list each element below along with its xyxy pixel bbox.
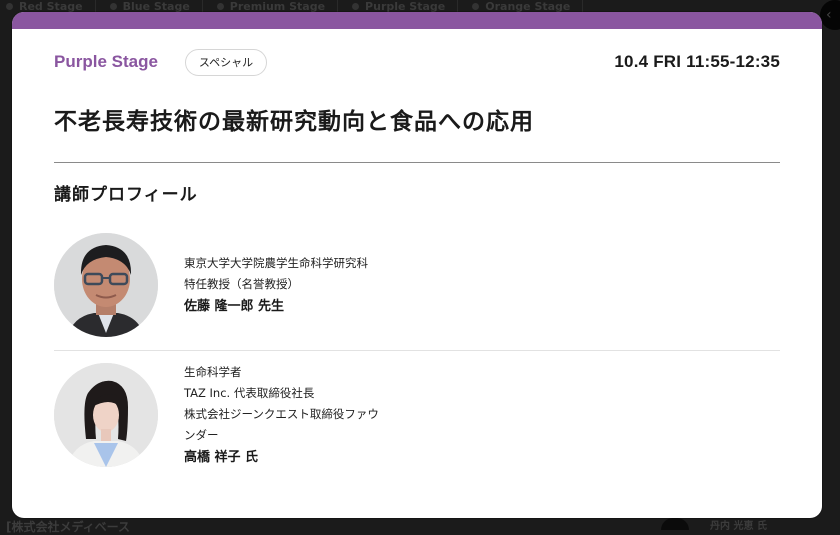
session-title: 不老長寿技術の最新研究動向と食品への応用 (54, 109, 534, 135)
speaker-photo (54, 363, 158, 467)
stage-dot-icon (6, 3, 13, 10)
speaker-info: 生命科学者 TAZ Inc. 代表取締役社長 株式会社ジーンクエスト取締役ファウ… (184, 362, 379, 469)
bg-tab-orange-stage: Orange Stage (466, 0, 584, 12)
speaker-photo-female-icon (54, 363, 158, 467)
title-divider (54, 162, 780, 163)
stage-dot-icon (472, 3, 480, 10)
stage-color-band (12, 12, 822, 29)
speaker-affiliation: ンダー (184, 427, 219, 442)
bg-tab-purple-stage: Purple Stage (346, 0, 459, 12)
stage-dot-icon (216, 3, 224, 10)
chevron-left-icon: ‹ (820, 0, 840, 30)
speaker-affiliation: 東京大学大学院農学生命科学研究科 (184, 255, 368, 270)
speaker-info: 東京大学大学院農学生命科学研究科 特任教授（名誉教授） 佐藤 隆一郎 先生 (184, 253, 368, 318)
bg-tab-blue-stage: Blue Stage (104, 0, 203, 12)
background-company-text: [株式会社メディベース (6, 520, 131, 534)
speaker-item: 生命科学者 TAZ Inc. 代表取締役社長 株式会社ジーンクエスト取締役ファウ… (54, 362, 780, 468)
stage-dot-icon (352, 3, 360, 10)
speaker-affiliation: 特任教授（名誉教授） (184, 276, 299, 291)
stage-dot-icon (109, 3, 117, 10)
speaker-name: 高橋 祥子 氏 (184, 449, 259, 465)
background-stage-tabs: Red Stage Blue Stage Premium Stage Purpl… (0, 0, 840, 12)
speaker-divider (54, 350, 780, 351)
session-datetime: 10.4 FRI 11:55-12:35 (614, 52, 780, 71)
speaker-profile-heading: 講師プロフィール (54, 185, 198, 205)
session-header: Purple Stage スペシャル 10.4 FRI 11:55-12:35 (54, 45, 780, 79)
bg-tab-red-stage: Red Stage (0, 0, 96, 12)
speaker-affiliation: 生命科学者 (184, 364, 242, 379)
stage-name: Purple Stage (54, 52, 158, 71)
session-detail-modal: Purple Stage スペシャル 10.4 FRI 11:55-12:35 … (12, 12, 822, 518)
speaker-photo (54, 233, 158, 337)
speaker-affiliation: TAZ Inc. 代表取締役社長 (184, 385, 315, 400)
speaker-photo-male-icon (54, 233, 158, 337)
bg-tab-premium-stage: Premium Stage (211, 0, 339, 12)
speaker-item: 東京大学大学院農学生命科学研究科 特任教授（名誉教授） 佐藤 隆一郎 先生 (54, 232, 780, 338)
session-tag-badge: スペシャル (184, 48, 268, 76)
background-avatar (661, 518, 689, 530)
modal-body: Purple Stage スペシャル 10.4 FRI 11:55-12:35 … (12, 45, 822, 468)
speaker-name: 佐藤 隆一郎 先生 (184, 298, 285, 314)
speaker-affiliation: 株式会社ジーンクエスト取締役ファウ (184, 406, 379, 421)
